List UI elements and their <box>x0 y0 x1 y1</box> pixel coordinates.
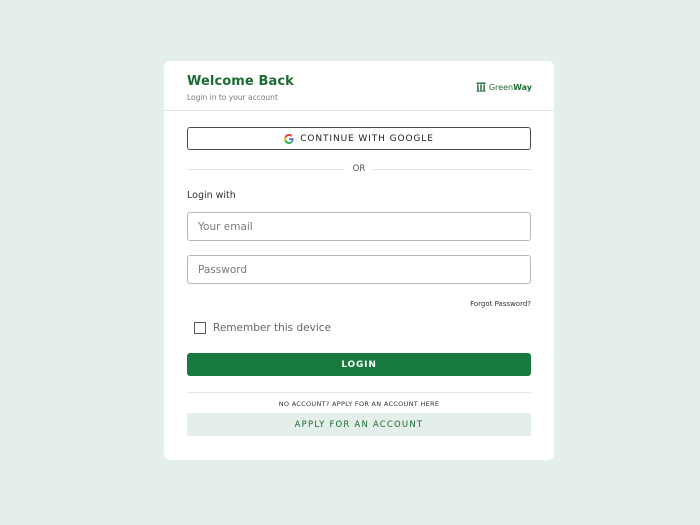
brand-name: GreenWay <box>489 83 532 92</box>
remember-device-checkbox[interactable] <box>194 322 206 334</box>
email-field[interactable] <box>187 212 531 241</box>
page-subtitle: Login in to your account <box>187 93 278 102</box>
remember-device-label: Remember this device <box>213 322 331 334</box>
continue-with-google-button[interactable]: CONTINUE WITH GOOGLE <box>187 127 531 150</box>
page-title: Welcome Back <box>187 74 294 89</box>
apply-for-account-button[interactable]: APPLY FOR AN ACCOUNT <box>187 413 531 436</box>
forgot-password-link[interactable]: Forgot Password? <box>470 300 531 308</box>
card-header: Welcome Back Login in to your account Gr… <box>164 61 554 111</box>
no-account-text: NO ACCOUNT? APPLY FOR AN ACCOUNT HERE <box>278 400 440 408</box>
remember-device-toggle[interactable]: Remember this device <box>194 322 331 334</box>
login-with-label: Login with <box>187 190 236 201</box>
password-field[interactable] <box>187 255 531 284</box>
greenway-logo-icon <box>476 82 486 92</box>
or-divider: OR <box>187 163 531 175</box>
google-icon <box>284 133 294 144</box>
brand-name-bold: Way <box>513 82 532 92</box>
login-button[interactable]: LOGIN <box>187 353 531 376</box>
divider-line-right <box>373 169 531 170</box>
brand-name-light: Green <box>488 82 514 92</box>
login-card: Welcome Back Login in to your account Gr… <box>164 61 554 460</box>
google-button-label: CONTINUE WITH GOOGLE <box>300 133 434 144</box>
footer-divider <box>187 392 531 393</box>
brand-logo: GreenWay <box>476 82 532 92</box>
